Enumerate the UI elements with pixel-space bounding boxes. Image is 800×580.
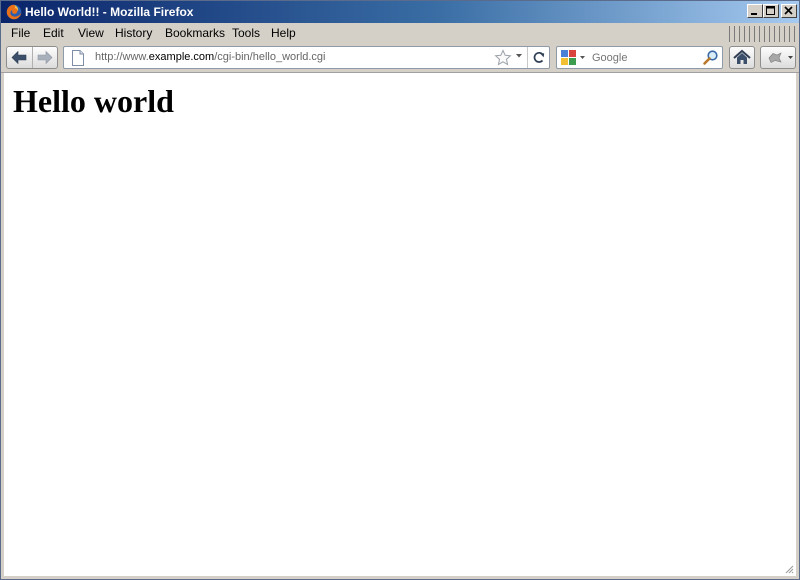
page-heading: Hello world bbox=[13, 83, 174, 119]
browser-window: Hello World!! - Mozilla Firefox File Edi… bbox=[0, 0, 800, 580]
menu-file[interactable]: File bbox=[11, 26, 30, 40]
maximize-icon bbox=[766, 6, 775, 15]
minimize-icon bbox=[751, 13, 757, 15]
page-content: Hello world bbox=[4, 73, 796, 576]
maximize-button[interactable] bbox=[763, 4, 779, 18]
resize-grip-icon[interactable] bbox=[784, 564, 794, 574]
reload-icon bbox=[533, 52, 545, 63]
menu-view[interactable]: View bbox=[78, 26, 104, 40]
star-icon[interactable] bbox=[494, 49, 512, 67]
dropdown-icon[interactable] bbox=[515, 52, 523, 60]
home-button[interactable] bbox=[729, 46, 755, 69]
close-button[interactable] bbox=[781, 4, 797, 18]
addon-button[interactable] bbox=[760, 46, 796, 69]
window-title: Hello World!! - Mozilla Firefox bbox=[25, 5, 194, 19]
firefox-icon bbox=[6, 4, 22, 20]
url-domain: example.com bbox=[148, 51, 215, 63]
menu-bookmarks[interactable]: Bookmarks bbox=[165, 26, 225, 40]
addon-icon bbox=[768, 52, 793, 63]
home-icon bbox=[733, 49, 751, 64]
search-input[interactable] bbox=[592, 50, 700, 66]
back-button[interactable] bbox=[7, 47, 33, 68]
google-icon bbox=[561, 50, 585, 65]
toolbar-grip bbox=[729, 26, 795, 42]
search-engine-selector[interactable] bbox=[560, 49, 586, 66]
page-icon bbox=[72, 50, 84, 66]
menu-help[interactable]: Help bbox=[271, 26, 296, 40]
reload-button[interactable] bbox=[527, 47, 550, 68]
url-prefix: http://www. bbox=[95, 51, 149, 63]
menu-history[interactable]: History bbox=[115, 26, 152, 40]
close-icon bbox=[784, 6, 793, 15]
menu-bar: File Edit View History Bookmarks Tools H… bbox=[1, 23, 799, 43]
url-text[interactable]: http://www.example.com/cgi-bin/hello_wor… bbox=[95, 51, 326, 63]
forward-icon bbox=[37, 50, 53, 65]
menu-edit[interactable]: Edit bbox=[43, 26, 64, 40]
title-bar[interactable]: Hello World!! - Mozilla Firefox bbox=[1, 1, 799, 23]
forward-button[interactable] bbox=[32, 47, 57, 68]
minimize-button[interactable] bbox=[747, 4, 763, 18]
search-icon[interactable] bbox=[702, 49, 720, 67]
url-path: /cgi-bin/hello_world.cgi bbox=[214, 51, 326, 63]
search-bar bbox=[556, 46, 723, 69]
back-forward-group bbox=[6, 46, 58, 69]
menu-tools[interactable]: Tools bbox=[232, 26, 260, 40]
navigation-toolbar: http://www.example.com/cgi-bin/hello_wor… bbox=[1, 43, 799, 73]
address-bar[interactable]: http://www.example.com/cgi-bin/hello_wor… bbox=[63, 46, 550, 69]
back-icon bbox=[11, 50, 27, 65]
